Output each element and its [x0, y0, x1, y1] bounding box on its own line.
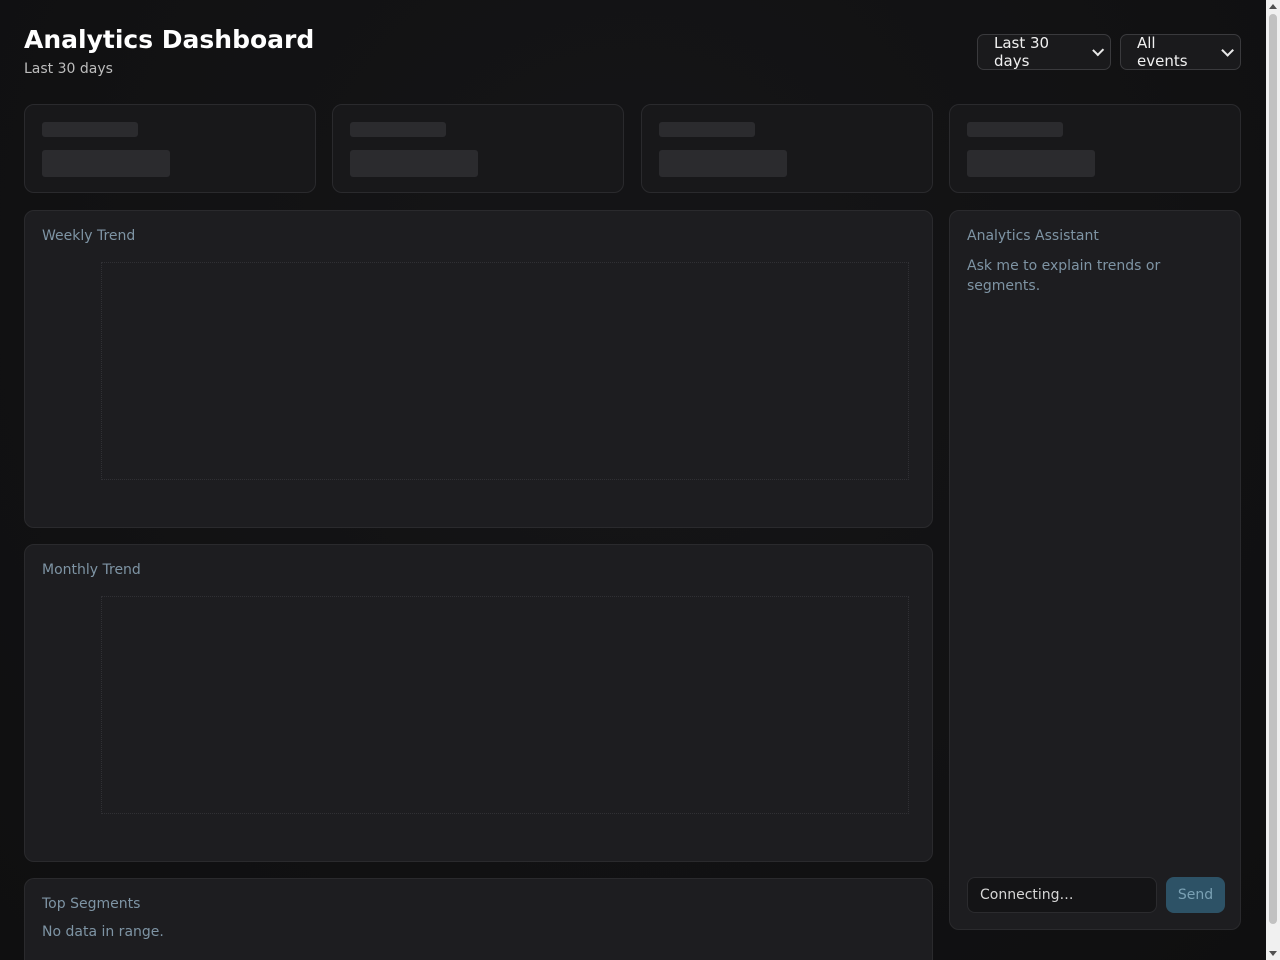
top-segments-card: Top Segments No data in range.: [24, 878, 933, 960]
kpi-value-skeleton: [350, 150, 478, 177]
chevron-down-icon: [1091, 43, 1105, 56]
kpi-label-skeleton: [42, 122, 138, 137]
scroll-down-icon[interactable]: [1269, 951, 1277, 956]
scrollbar-thumb[interactable]: [1269, 14, 1277, 924]
page-scrollbar[interactable]: [1266, 0, 1280, 960]
event-type-value: All events: [1137, 34, 1188, 70]
assistant-panel: Analytics Assistant Ask me to explain tr…: [949, 210, 1241, 930]
dashboard-page: Analytics Dashboard Last 30 days Last 30…: [0, 0, 1266, 960]
top-segments-empty-state: No data in range.: [42, 924, 164, 940]
kpi-label-skeleton: [659, 122, 755, 137]
kpi-card-skeleton: [24, 104, 316, 193]
weekly-trend-card: Weekly Trend: [24, 210, 933, 528]
assistant-message-input[interactable]: [967, 877, 1157, 913]
scroll-up-icon[interactable]: [1269, 4, 1277, 9]
kpi-label-skeleton: [350, 122, 446, 137]
page-title: Analytics Dashboard: [24, 25, 315, 54]
monthly-trend-card: Monthly Trend: [24, 544, 933, 862]
monthly-trend-title: Monthly Trend: [42, 562, 141, 578]
page-subtitle: Last 30 days: [24, 61, 113, 77]
top-segments-title: Top Segments: [42, 896, 141, 912]
monthly-trend-plot-area: [101, 596, 909, 814]
weekly-trend-title: Weekly Trend: [42, 228, 136, 244]
kpi-value-skeleton: [967, 150, 1095, 177]
kpi-value-skeleton: [42, 150, 170, 177]
assistant-title: Analytics Assistant: [967, 228, 1099, 244]
event-type-select[interactable]: All events: [1120, 34, 1241, 70]
date-range-select[interactable]: Last 30 days: [977, 34, 1111, 70]
send-button[interactable]: Send: [1166, 877, 1225, 913]
chevron-down-icon: [1221, 43, 1235, 57]
kpi-label-skeleton: [967, 122, 1063, 137]
page-header: Analytics Dashboard Last 30 days: [24, 24, 314, 77]
weekly-trend-plot-area: [101, 262, 909, 480]
date-range-value: Last 30 days: [994, 34, 1050, 70]
kpi-card-skeleton: [641, 104, 933, 193]
kpi-card-skeleton: [949, 104, 1241, 193]
kpi-card-skeleton: [332, 104, 624, 193]
kpi-value-skeleton: [659, 150, 787, 177]
assistant-hint: Ask me to explain trends or segments.: [967, 258, 1161, 294]
filter-controls: Last 30 days All events: [977, 34, 1241, 70]
